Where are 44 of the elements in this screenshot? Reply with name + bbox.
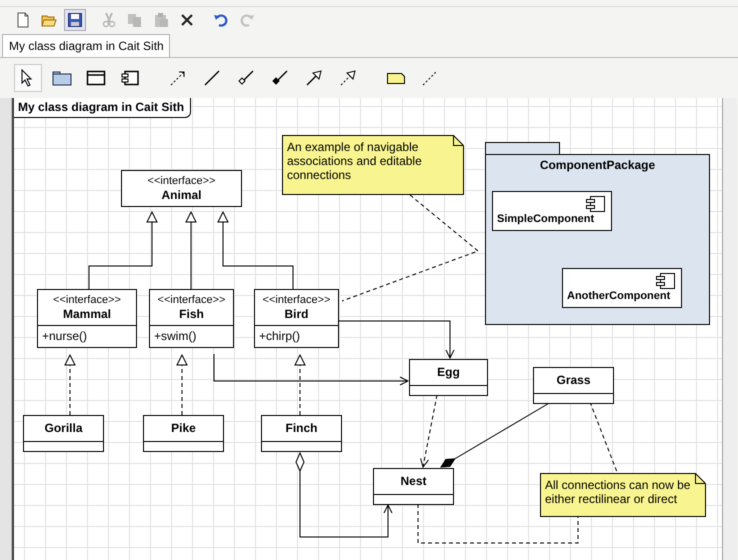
component-name: SimpleComponent [497,213,594,225]
operation: +chirp() [259,329,302,343]
operation: +nurse() [42,329,88,343]
component-icon [655,273,675,289]
note: All connections can now be either rectilinear or direct [540,473,706,517]
tab[interactable]: My class diagram in Cait Sith [2,34,170,57]
class-name: Pike [170,421,197,436]
save-button[interactable] [64,9,86,31]
hollow-arrow-icon [304,68,324,88]
save-icon [67,12,83,28]
scissors-icon [101,12,117,28]
class-name: Nest [399,474,428,489]
folded-corner [453,135,464,146]
pointer-tool[interactable] [14,64,42,92]
package-name: ComponentPackage [538,158,656,172]
class-name: Fish [178,307,205,322]
class-name: Animal [160,188,202,203]
redo-icon [239,12,255,28]
operation: +swim() [154,329,198,343]
stereotype: <<interface>> [156,293,226,307]
dashed-hollow-arrow-icon [338,68,358,88]
paste-icon [153,12,169,28]
diagram-title: My class diagram in Cait Sith [14,98,192,118]
stereotype: <<interface>> [52,293,122,307]
class-name: Mammal [62,307,112,322]
class-name: Finch [284,421,318,436]
component-name: AnotherComponent [567,290,670,302]
new-file-icon [15,12,31,28]
delete-icon [179,12,195,28]
component-icon [585,196,605,212]
copy-icon [127,12,143,28]
class-name: Egg [436,365,461,380]
class-name: Gorilla [43,421,84,436]
note: An example of navigable associations and editable connections [282,135,464,195]
component-icon [120,68,140,88]
folded-corner [695,473,706,484]
scrollbar[interactable] [722,98,737,560]
line-icon [202,68,222,88]
class-name: Bird [284,307,310,322]
stereotype: <<interface>> [262,293,332,307]
class-name: Grass [555,373,592,388]
class-icon [86,68,106,88]
stereotype: <<interface>> [146,174,216,188]
undo-icon [213,12,229,28]
